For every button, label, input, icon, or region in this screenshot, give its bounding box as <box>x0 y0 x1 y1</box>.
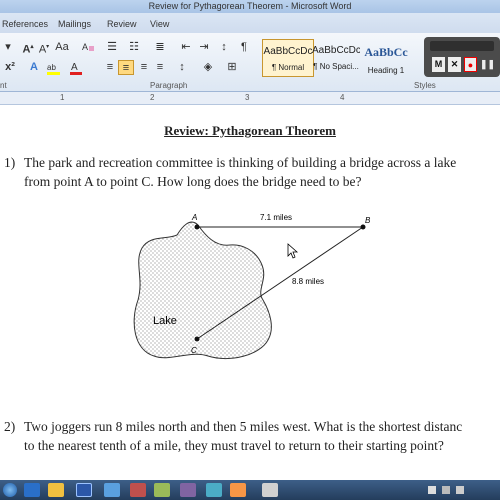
lake-bridge-figure: A B C 7.1 miles 8.8 miles Lake <box>133 213 371 360</box>
recorder-status-bar <box>430 41 494 51</box>
align-right-icon[interactable]: ≡ <box>136 60 152 75</box>
app-icon[interactable] <box>206 483 222 497</box>
paragraph-group-label: Paragraph <box>150 81 188 90</box>
question-1-line-2: from point A to point C. How long does t… <box>24 174 362 189</box>
styles-group-label: Styles <box>414 81 436 90</box>
app-icon[interactable] <box>104 483 120 497</box>
question-1-line-1: The park and recreation committee is thi… <box>24 155 457 170</box>
font-group-label: nt <box>0 81 7 90</box>
screen-recorder-toolbar: M ✕ ● ❚❚ <box>424 37 500 77</box>
lake-shape <box>133 221 272 360</box>
app-icon[interactable] <box>230 483 246 497</box>
grow-font-icon[interactable]: A▴ <box>20 40 36 56</box>
increase-indent-icon[interactable]: ⇥ <box>196 40 212 55</box>
multilevel-list-icon[interactable]: ≣ <box>152 40 168 55</box>
app-icon[interactable] <box>180 483 196 497</box>
word-icon[interactable] <box>76 483 92 497</box>
label-b: B <box>365 216 371 225</box>
decrease-indent-icon[interactable]: ⇤ <box>178 40 194 55</box>
window-title: Review for Pythagorean Theorem - Microso… <box>148 1 352 11</box>
app-icon[interactable] <box>154 483 170 497</box>
label-a: A <box>191 213 197 222</box>
font-color-icon[interactable]: A <box>68 60 84 75</box>
start-button-icon[interactable] <box>3 483 17 497</box>
tab-mailings[interactable]: Mailings <box>58 19 91 29</box>
tray-icon[interactable] <box>442 486 450 494</box>
question-2-line-1: Two joggers run 8 miles north and then 5… <box>24 419 463 434</box>
style-normal[interactable]: AaBbCcDc ¶ Normal <box>262 39 314 77</box>
highlight-icon[interactable]: ab <box>46 60 62 75</box>
tab-references[interactable]: References <box>2 19 48 29</box>
explorer-icon[interactable] <box>48 483 64 497</box>
font-size-arrow-icon[interactable]: ▾ <box>0 40 16 55</box>
recorder-close-button[interactable]: ✕ <box>448 57 461 72</box>
label-lake: Lake <box>153 315 177 327</box>
point-a-dot <box>194 224 200 230</box>
show-marks-icon[interactable]: ¶ <box>236 40 252 55</box>
ruler-number: 1 <box>60 93 65 102</box>
pause-button[interactable]: ❚❚ <box>480 57 495 72</box>
style-no-spacing-sample: AaBbCcDc <box>312 45 360 56</box>
mouse-cursor-icon <box>287 243 299 259</box>
style-heading-1-name: Heading 1 <box>367 66 405 75</box>
style-normal-name: ¶ Normal <box>271 63 305 72</box>
ruler-number: 4 <box>340 93 345 102</box>
style-normal-sample: AaBbCcDc <box>263 46 313 57</box>
app-icon[interactable] <box>262 483 278 497</box>
record-button[interactable]: ● <box>464 57 477 72</box>
ruler-number: 3 <box>245 93 250 102</box>
style-heading-1[interactable]: AaBbCc Heading 1 <box>362 39 410 75</box>
svg-text:ab: ab <box>47 63 56 72</box>
tab-review[interactable]: Review <box>107 19 137 29</box>
style-no-spacing-name: ¶ No Spaci... <box>313 62 359 71</box>
sort-icon[interactable]: ↕ <box>216 40 232 55</box>
change-case-icon[interactable]: Aa <box>54 40 70 55</box>
style-heading-1-sample: AaBbCc <box>364 45 408 59</box>
document-heading: Review: Pythagorean Theorem <box>164 123 336 138</box>
horizontal-ruler[interactable]: 1 2 3 4 <box>0 92 500 105</box>
svg-text:A: A <box>71 62 78 73</box>
taskbar <box>0 480 500 500</box>
app-icon[interactable] <box>130 483 146 497</box>
text-effects-icon[interactable]: A <box>26 60 42 75</box>
numbering-icon[interactable]: ☷ <box>126 40 142 55</box>
line-spacing-icon[interactable]: ↕ <box>174 60 190 75</box>
shading-icon[interactable]: ◈ <box>200 60 216 75</box>
align-center-icon[interactable]: ≡ <box>118 60 134 75</box>
volume-icon[interactable] <box>456 486 464 494</box>
recorder-menu-button[interactable]: M <box>432 57 445 72</box>
ie-icon[interactable] <box>24 483 40 497</box>
tab-view[interactable]: View <box>150 19 169 29</box>
label-ab-length: 7.1 miles <box>260 213 292 222</box>
question-1-number: 1) <box>4 155 16 170</box>
question-2-line-2: to the nearest tenth of a mile, they mus… <box>24 438 444 453</box>
point-c-dot <box>194 336 200 342</box>
title-bar: Review for Pythagorean Theorem - Microso… <box>0 0 500 13</box>
justify-icon[interactable]: ≡ <box>152 60 168 75</box>
superscript-icon[interactable]: x² <box>2 60 18 75</box>
clear-formatting-icon[interactable]: A <box>80 40 96 55</box>
question-2-number: 2) <box>4 419 16 434</box>
style-no-spacing[interactable]: AaBbCcDc ¶ No Spaci... <box>312 39 360 75</box>
ribbon-tabs: References Mailings Review View <box>0 13 500 34</box>
shrink-font-icon[interactable]: A▾ <box>36 40 52 56</box>
bullets-icon[interactable]: ☰ <box>104 40 120 55</box>
borders-icon[interactable]: ⊞ <box>224 60 240 75</box>
tray-icon[interactable] <box>428 486 436 494</box>
document-page[interactable]: Review: Pythagorean Theorem 1) The park … <box>0 105 500 480</box>
align-left-icon[interactable]: ≡ <box>102 60 118 75</box>
point-b-dot <box>360 224 366 230</box>
label-c: C <box>191 346 197 355</box>
label-bc-length: 8.8 miles <box>292 277 324 286</box>
svg-text:A: A <box>82 42 88 52</box>
ruler-number: 2 <box>150 93 155 102</box>
